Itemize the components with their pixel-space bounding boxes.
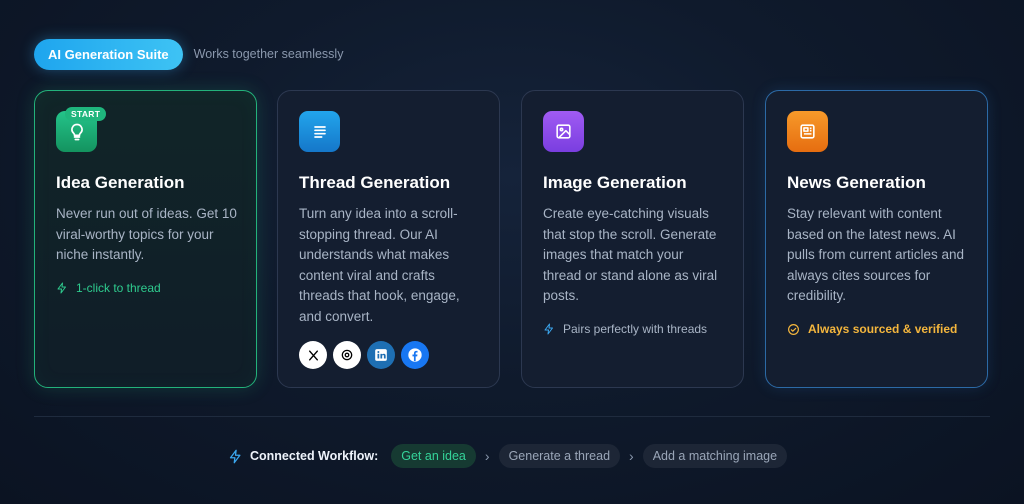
facebook-icon[interactable]	[401, 341, 429, 369]
workflow-step-generate-thread[interactable]: Generate a thread	[498, 444, 621, 468]
workflow-step-add-image[interactable]: Add a matching image	[642, 444, 788, 468]
card-footer: Always sourced & verified	[787, 322, 957, 336]
threads-icon[interactable]	[333, 341, 361, 369]
footer-text: Pairs perfectly with threads	[563, 322, 708, 336]
card-news-generation[interactable]: News Generation Stay relevant with conte…	[765, 90, 988, 388]
document-lines-icon	[299, 111, 340, 152]
lightning-icon	[229, 449, 241, 463]
x-icon[interactable]	[299, 341, 327, 369]
card-idea-generation[interactable]: START Idea Generation Never run out of i…	[34, 90, 257, 388]
footer-text: Always sourced & verified	[808, 322, 958, 336]
card-description: Stay relevant with content based on the …	[787, 206, 965, 304]
suite-subtitle: Works together seamlessly	[193, 47, 344, 61]
chevron-right-icon: ›	[484, 448, 490, 464]
card-title: Image Generation	[543, 173, 687, 192]
lightning-icon	[57, 282, 66, 294]
card-description: Turn any idea into a scroll-stopping thr…	[299, 206, 460, 324]
suite-badge: AI Generation Suite	[34, 38, 183, 70]
workflow-label: Connected Workflow:	[250, 449, 379, 463]
card-title: Thread Generation	[299, 173, 451, 192]
social-platforms	[299, 341, 429, 369]
workflow-step-get-idea[interactable]: Get an idea	[391, 444, 476, 468]
check-circle-icon	[788, 323, 799, 335]
header: AI Generation Suite Works together seaml…	[34, 38, 343, 70]
card-footer: Pairs perfectly with threads	[543, 322, 707, 336]
connected-workflow: Connected Workflow: Get an idea › Genera…	[228, 444, 788, 468]
card-title: News Generation	[787, 173, 926, 192]
image-icon	[543, 111, 584, 152]
chevron-right-icon: ›	[629, 448, 634, 464]
card-thread-generation[interactable]: Thread Generation Turn any idea into a s…	[277, 90, 500, 388]
start-badge: START	[65, 107, 107, 121]
card-title: Idea Generation	[56, 173, 185, 192]
card-description: Never run out of ideas. Get 10 viral-wor…	[56, 206, 237, 263]
card-image-generation[interactable]: Image Generation Create eye-catching vis…	[521, 90, 744, 388]
divider	[34, 416, 990, 417]
newspaper-icon	[787, 111, 828, 152]
footer-text: 1-click to thread	[76, 281, 161, 295]
linkedin-icon[interactable]	[367, 341, 395, 369]
card-footer: 1-click to thread	[56, 281, 161, 295]
lightning-icon	[544, 323, 553, 335]
card-description: Create eye-catching visuals that stop th…	[543, 206, 718, 304]
